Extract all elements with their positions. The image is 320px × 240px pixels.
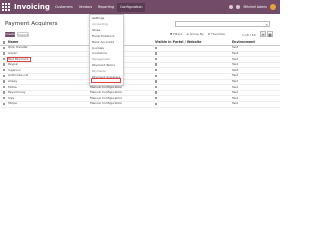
menu-customers[interactable]: Customers [52, 3, 76, 12]
cell-name: Wire Transfer [8, 45, 28, 50]
app-title: Invoicing [14, 3, 50, 11]
visible-checkbox[interactable] [155, 85, 158, 89]
cell-environment: Test [232, 73, 238, 78]
import-button[interactable]: Import [17, 32, 29, 37]
cell-provider: Manual Configuration [90, 95, 123, 100]
cell-name: Sips [8, 95, 15, 100]
selected-item-highlight [91, 78, 121, 83]
cell-environment: Test [232, 101, 238, 106]
row-checkbox[interactable] [3, 102, 6, 106]
favorites-button[interactable]: ★ Favorites [208, 32, 225, 36]
table-row[interactable]: Stripe Manual Configuration Test [0, 101, 280, 108]
visible-checkbox[interactable] [155, 63, 158, 66]
row-checkbox[interactable] [3, 97, 6, 100]
activity-icon[interactable] [236, 5, 241, 9]
main-menu: Customers Vendors Reporting Configuratio… [52, 3, 146, 12]
dropdown-section-header: Payments [92, 69, 106, 74]
cell-environment: Test [232, 84, 238, 89]
visible-checkbox[interactable] [155, 97, 158, 100]
row-checkbox[interactable] [3, 91, 6, 94]
pager[interactable]: 1-18 / 18 [242, 33, 256, 37]
dropdown-item[interactable]: Bank Accounts [92, 40, 114, 44]
cell-name: Mollie [8, 84, 17, 89]
row-checkbox[interactable] [3, 46, 6, 50]
avatar[interactable] [270, 4, 276, 10]
cell-environment: Test [232, 62, 238, 67]
systray: Mitchell Admin [229, 3, 276, 11]
cell-provider: Manual Configuration [90, 90, 123, 95]
row-checkbox[interactable] [3, 80, 6, 83]
configuration-dropdown: Settings Accounting Taxes Fiscal Positions B… [89, 14, 124, 86]
row-checkbox[interactable] [3, 52, 6, 55]
visible-checkbox[interactable] [155, 80, 158, 83]
row-checkbox[interactable] [3, 63, 6, 66]
header-visible[interactable]: Visible in Portal / Website [155, 40, 201, 45]
dropdown-item[interactable]: Fiscal Positions [92, 34, 114, 38]
cell-environment: Test [232, 90, 238, 95]
apps-menu-icon[interactable] [2, 3, 10, 11]
cell-name: Test Payment [8, 56, 28, 61]
visible-checkbox[interactable] [155, 57, 158, 61]
cell-environment: Test [232, 45, 238, 50]
group-by-button[interactable]: ≡ Group By [186, 32, 203, 36]
visible-checkbox[interactable] [155, 91, 158, 94]
header-name[interactable]: Name [8, 40, 18, 45]
dropdown-item[interactable]: Settings [92, 16, 104, 20]
menu-configuration[interactable]: Configuration [117, 3, 146, 12]
cell-environment: Test [232, 51, 238, 55]
dropdown-item[interactable]: Incoterms [92, 51, 107, 55]
dropdown-item[interactable]: Payment Terms [92, 63, 115, 67]
row-checkbox[interactable] [3, 69, 6, 72]
cell-name: Adyen [8, 51, 18, 55]
cell-name: Authorize.net [8, 73, 29, 78]
select-all-checkbox[interactable] [3, 41, 6, 44]
search-options: ▼ Filters ≡ Group By ★ Favorites [170, 32, 225, 36]
cell-name: Stripe [8, 101, 17, 106]
cell-provider: Manual Configuration [90, 101, 123, 106]
menu-vendors[interactable]: Vendors [76, 3, 95, 12]
cell-name: Payumoney [8, 90, 26, 95]
visible-checkbox[interactable] [155, 46, 158, 50]
dropdown-item[interactable]: Journals [92, 46, 104, 50]
row-checkbox[interactable] [3, 85, 6, 89]
user-menu[interactable]: Mitchell Admin [243, 5, 267, 9]
cell-environment: Test [232, 67, 238, 72]
dropdown-section-header: Accounting [92, 21, 108, 26]
header-environment[interactable]: Environment [232, 40, 255, 45]
list-view-icon[interactable]: ≡ [260, 31, 266, 37]
filters-button[interactable]: ▼ Filters [170, 32, 182, 36]
visible-checkbox[interactable] [155, 52, 158, 55]
chat-icon[interactable] [229, 5, 234, 9]
dropdown-item[interactable]: Taxes [92, 28, 100, 32]
kanban-view-icon[interactable]: ▦ [267, 31, 273, 37]
cell-name: Alipay [8, 79, 18, 83]
row-checkbox[interactable] [3, 57, 6, 61]
visible-checkbox[interactable] [155, 69, 158, 72]
cell-environment: Test [232, 79, 238, 83]
cell-environment: Test [232, 95, 238, 100]
visible-checkbox[interactable] [155, 102, 158, 106]
create-button[interactable]: Create [5, 32, 15, 37]
top-navbar: Invoicing Customers Vendors Reporting Co… [0, 0, 280, 14]
search-icon[interactable]: ⌕ [266, 22, 268, 27]
menu-reporting[interactable]: Reporting [95, 3, 117, 12]
breadcrumb: Payment Acquirers [5, 21, 58, 27]
dropdown-section-header: Management [92, 57, 111, 62]
cell-name: Paypal [8, 62, 18, 67]
search-input[interactable]: ⌕ [175, 21, 270, 27]
cell-name: Ingenico [8, 67, 21, 72]
visible-checkbox[interactable] [155, 74, 158, 78]
cell-environment: Test [232, 56, 238, 61]
row-checkbox[interactable] [3, 74, 6, 78]
